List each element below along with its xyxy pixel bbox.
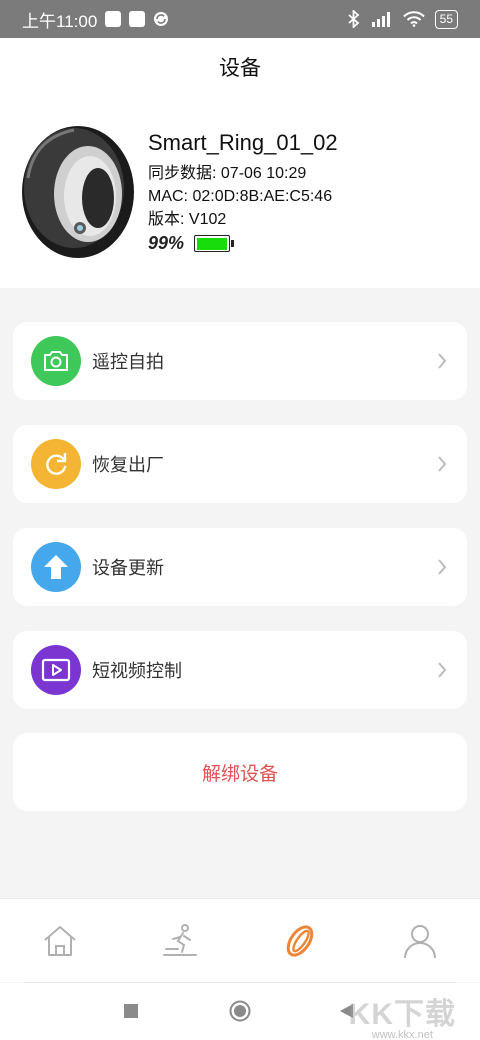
status-battery: 55 <box>434 9 458 29</box>
nav-home[interactable] <box>40 921 80 961</box>
battery-icon <box>194 235 235 252</box>
home-icon <box>44 926 76 956</box>
wifi-icon <box>402 11 425 27</box>
watermark-logo: KK下载 <box>348 998 456 1031</box>
unbind-device-button[interactable]: 解绑设备 <box>13 733 467 811</box>
chevron-right-icon <box>438 662 447 678</box>
page-title: 设备 <box>219 57 261 80</box>
status-time: 上午11:00 <box>22 11 98 31</box>
system-nav-bar: KK下载 www.kkx.net <box>0 983 480 1040</box>
status-bar: 上午11:00 55 <box>0 0 480 38</box>
menu-item-label: 设备更新 <box>92 558 164 578</box>
nav-exercise[interactable] <box>160 921 200 961</box>
unbind-device-label: 解绑设备 <box>201 763 278 785</box>
ring-icon <box>286 925 314 957</box>
camera-icon <box>31 336 81 386</box>
menu-item-label: 恢复出厂 <box>92 455 164 475</box>
bluetooth-icon <box>348 10 359 28</box>
exercise-icon <box>163 924 197 956</box>
chevron-right-icon <box>438 456 447 472</box>
menu-item-label: 短视频控制 <box>92 661 182 681</box>
notification-icon <box>129 11 146 27</box>
home-button[interactable] <box>229 1000 251 1022</box>
menu-item-label: 遥控自拍 <box>92 352 164 372</box>
device-name: Smart_Ring_01_02 <box>148 130 338 155</box>
sync-time: 同步数据: 07-06 10:29 <box>148 165 307 182</box>
nav-profile[interactable] <box>400 921 440 961</box>
firmware-version: 版本: V102 <box>148 211 227 228</box>
device-info: Smart_Ring_01_02 同步数据: 07-06 10:29 MAC: … <box>148 130 338 254</box>
notification-icon <box>105 11 122 27</box>
mac-address: MAC: 02:0D:8B:AE:C5:46 <box>148 188 333 205</box>
chevron-right-icon <box>438 559 447 575</box>
watermark: KK下载 www.kkx.net <box>349 989 456 1040</box>
menu-item-short-video-control[interactable]: 短视频控制 <box>13 631 467 709</box>
battery-percent: 99% <box>148 233 185 253</box>
smart-ring-image <box>22 126 134 258</box>
bottom-nav <box>0 898 480 982</box>
sync-notification-icon <box>154 12 169 26</box>
nav-device[interactable] <box>280 921 320 961</box>
chevron-right-icon <box>438 353 447 369</box>
video-play-icon <box>31 645 81 695</box>
profile-icon <box>404 925 436 959</box>
menu-item-factory-reset[interactable]: 恢复出厂 <box>13 425 467 503</box>
menu-item-remote-selfie[interactable]: 遥控自拍 <box>13 322 467 400</box>
device-header: 设备 Smart_Ring_01_02 同步数据: 07-06 10:29 MA… <box>0 38 480 288</box>
signal-icon <box>371 12 390 27</box>
factory-reset-icon <box>31 439 81 489</box>
upload-arrow-icon <box>31 542 81 592</box>
menu-item-device-update[interactable]: 设备更新 <box>13 528 467 606</box>
recent-apps-button[interactable] <box>123 1003 139 1019</box>
